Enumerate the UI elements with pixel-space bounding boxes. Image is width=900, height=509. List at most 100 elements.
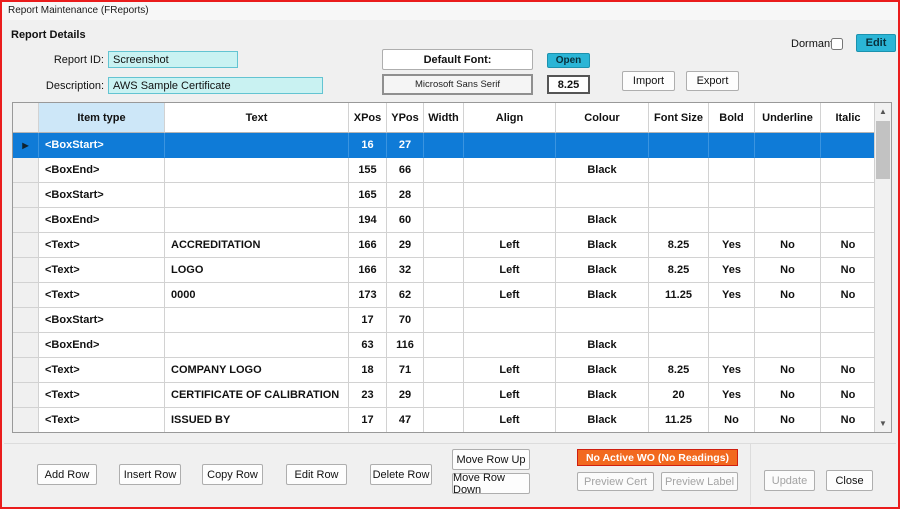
grid-cell[interactable]: 18 [349,358,387,383]
grid-cell[interactable]: Black [556,258,649,283]
row-selector[interactable] [13,358,39,383]
grid-cell[interactable] [424,133,464,158]
grid-cell[interactable] [424,258,464,283]
row-selector[interactable] [13,233,39,258]
grid-cell[interactable]: No [755,358,821,383]
column-header-italic[interactable]: Italic [821,103,876,133]
row-selector[interactable] [13,183,39,208]
grid-cell[interactable]: Left [464,358,556,383]
grid-cell[interactable]: Yes [709,258,755,283]
row-selector[interactable] [13,258,39,283]
grid-cell[interactable] [424,158,464,183]
grid-cell[interactable]: No [821,258,876,283]
grid-cell[interactable] [424,408,464,433]
grid-cell[interactable] [424,358,464,383]
grid-cell[interactable]: No [755,283,821,308]
grid-cell[interactable] [755,158,821,183]
grid-cell[interactable]: 60 [387,208,424,233]
grid-cell[interactable]: <BoxStart> [39,183,165,208]
grid-cell[interactable]: 155 [349,158,387,183]
grid-cell[interactable]: 27 [387,133,424,158]
grid-cell[interactable] [709,333,755,358]
grid-cell[interactable]: Black [556,233,649,258]
grid-cell[interactable] [464,158,556,183]
grid-cell[interactable]: 173 [349,283,387,308]
grid-row[interactable]: <Text>ISSUED BY1747LeftBlack11.25NoNoNo [13,408,876,433]
dormant-checkbox[interactable] [831,38,843,50]
grid-cell[interactable]: ACCREDITATION [165,233,349,258]
scrollbar-thumb[interactable] [876,121,890,179]
grid-cell[interactable] [165,158,349,183]
grid-cell[interactable]: No [821,408,876,433]
row-selector[interactable] [13,283,39,308]
grid-cell[interactable]: 166 [349,233,387,258]
grid-cell[interactable]: No [821,283,876,308]
grid-cell[interactable] [165,308,349,333]
grid-cell[interactable] [755,183,821,208]
row-selector[interactable] [13,308,39,333]
grid-cell[interactable]: Left [464,383,556,408]
row-selector[interactable] [13,208,39,233]
add-row-button[interactable]: Add Row [37,464,97,485]
description-input[interactable] [108,77,323,94]
scroll-up-icon[interactable]: ▲ [875,103,891,120]
edit-button[interactable]: Edit [856,34,896,52]
grid-cell[interactable]: No [821,233,876,258]
grid-cell[interactable] [649,308,709,333]
import-button[interactable]: Import [622,71,675,91]
grid-cell[interactable]: 47 [387,408,424,433]
grid-cell[interactable] [165,133,349,158]
column-header-align[interactable]: Align [464,103,556,133]
grid-cell[interactable]: 29 [387,233,424,258]
grid-cell[interactable]: LOGO [165,258,349,283]
grid-cell[interactable]: 29 [387,383,424,408]
grid-cell[interactable] [709,133,755,158]
grid-row[interactable]: <Text>COMPANY LOGO1871LeftBlack8.25YesNo… [13,358,876,383]
column-header-width[interactable]: Width [424,103,464,133]
row-selector[interactable] [13,158,39,183]
open-button[interactable]: Open [547,53,590,68]
grid-cell[interactable] [556,133,649,158]
grid-cell[interactable]: <Text> [39,358,165,383]
grid-row[interactable]: <BoxEnd>63116Black [13,333,876,358]
grid-row[interactable]: <Text>CERTIFICATE OF CALIBRATION2329Left… [13,383,876,408]
grid-cell[interactable]: 17 [349,308,387,333]
grid-cell[interactable]: COMPANY LOGO [165,358,349,383]
grid-cell[interactable]: <Text> [39,258,165,283]
grid-cell[interactable]: 194 [349,208,387,233]
column-header-xpos[interactable]: XPos [349,103,387,133]
column-header-underline[interactable]: Underline [755,103,821,133]
grid-cell[interactable] [424,233,464,258]
grid-cell[interactable]: 116 [387,333,424,358]
grid-cell[interactable] [821,208,876,233]
row-selector[interactable] [13,383,39,408]
grid-row[interactable]: ▶<BoxStart>1627 [13,133,876,158]
grid-cell[interactable]: Yes [709,283,755,308]
grid-cell[interactable]: 63 [349,333,387,358]
grid-cell[interactable]: No [821,383,876,408]
grid-row[interactable]: <Text>ACCREDITATION16629LeftBlack8.25Yes… [13,233,876,258]
grid-cell[interactable]: 32 [387,258,424,283]
grid-cell[interactable]: No [755,258,821,283]
grid-cell[interactable] [709,308,755,333]
grid-cell[interactable] [821,333,876,358]
grid-cell[interactable] [755,308,821,333]
grid-cell[interactable]: <BoxStart> [39,133,165,158]
close-button[interactable]: Close [826,470,873,491]
grid-cell[interactable] [464,133,556,158]
delete-row-button[interactable]: Delete Row [370,464,432,485]
grid-cell[interactable]: CERTIFICATE OF CALIBRATION [165,383,349,408]
grid-cell[interactable] [649,158,709,183]
grid-cell[interactable]: 16 [349,133,387,158]
grid-cell[interactable] [755,133,821,158]
insert-row-button[interactable]: Insert Row [119,464,181,485]
row-selector[interactable] [13,408,39,433]
grid-cell[interactable] [464,208,556,233]
grid-row[interactable]: <Text>000017362LeftBlack11.25YesNoNo [13,283,876,308]
grid-cell[interactable]: <Text> [39,233,165,258]
grid-cell[interactable] [649,133,709,158]
grid-cell[interactable] [424,208,464,233]
grid-row[interactable]: <BoxEnd>15566Black [13,158,876,183]
grid-cell[interactable]: <BoxStart> [39,308,165,333]
grid-cell[interactable] [424,283,464,308]
